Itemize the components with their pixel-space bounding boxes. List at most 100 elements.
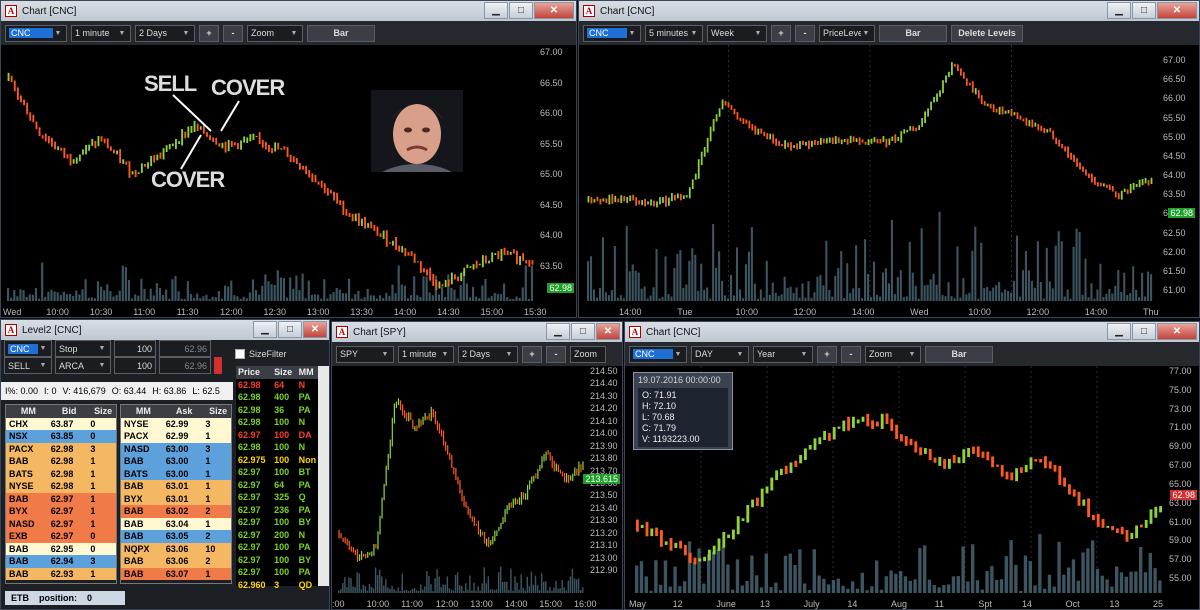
bid-row[interactable]: NYSE 62.98 1 (6, 480, 116, 493)
minimize-button[interactable]: ▁ (253, 321, 277, 338)
zoom-in-button[interactable]: + (199, 24, 219, 42)
close-button[interactable]: ✕ (596, 323, 620, 340)
bid-row[interactable]: BYX 62.97 1 (6, 505, 116, 518)
book-header-cell[interactable]: Size (202, 405, 231, 418)
symbol-select[interactable]: SPY ▼ (336, 345, 394, 363)
delete-levels-button[interactable]: Delete Levels (951, 24, 1023, 42)
bid-row[interactable]: EXB 62.97 0 (6, 530, 116, 543)
book-header-cell[interactable]: Ask (163, 405, 203, 418)
ask-row[interactable]: BAB 63.05 2 (121, 530, 231, 543)
ask-row[interactable]: BAB 63.06 2 (121, 555, 231, 568)
ask-row[interactable]: BAB 63.02 2 (121, 505, 231, 518)
zoom-in-button[interactable]: + (522, 345, 542, 363)
bid-row[interactable]: BAB 62.93 1 (6, 567, 116, 580)
interval-select[interactable]: 5 minutes ▼ (645, 24, 703, 42)
bar-type-button[interactable]: Bar (925, 345, 993, 363)
minimize-button[interactable]: ▁ (546, 323, 570, 340)
maximize-button[interactable]: □ (1132, 323, 1156, 340)
range-select[interactable]: Year ▼ (753, 345, 813, 363)
zoom-out-button[interactable]: - (223, 24, 243, 42)
ask-row[interactable]: NQPX 63.06 10 (121, 542, 231, 555)
route-select[interactable]: ARCA ▼ (55, 357, 111, 374)
zoom-in-button[interactable]: + (817, 345, 837, 363)
maximize-button[interactable]: □ (571, 323, 595, 340)
zoom-out-button[interactable]: - (795, 24, 815, 42)
ask-row[interactable]: BYX 63.01 1 (121, 492, 231, 505)
range-select[interactable]: 2 Days ▼ (135, 24, 195, 42)
window-titlebar[interactable]: A Chart [SPY] ▁ □ ✕ (332, 322, 622, 342)
minimize-button[interactable]: ▁ (1107, 2, 1131, 19)
bid-row[interactable]: BAB 62.97 1 (6, 492, 116, 505)
symbol-select[interactable]: CNC ▼ (5, 24, 67, 42)
book-header-cell[interactable]: MM (6, 405, 48, 418)
ask-row[interactable]: BAB 63.07 1 (121, 567, 231, 580)
size-filter-checkbox[interactable] (235, 349, 245, 359)
quantity-input[interactable]: 100 (114, 340, 156, 357)
minimize-button[interactable]: ▁ (1107, 323, 1131, 340)
range-select[interactable]: Week ▼ (707, 24, 767, 42)
price-input[interactable]: 62.96 (159, 340, 211, 357)
volume-bar (1141, 272, 1144, 301)
zoom-in-button[interactable]: + (771, 24, 791, 42)
quantity-input-2[interactable]: 100 (114, 357, 156, 374)
range-select[interactable]: 2 Days ▼ (458, 345, 518, 363)
symbol-select[interactable]: CNC ▼ (629, 345, 687, 363)
price-chart[interactable]: 214.50 214.40 214.30 214.20 214.10 214.00 213.… (332, 366, 622, 609)
bid-row[interactable]: BAB 62.94 3 (6, 555, 116, 568)
interval-select[interactable]: 1 minute ▼ (398, 345, 454, 363)
side-select[interactable]: SELL ▼ (4, 357, 52, 374)
book-header-cell[interactable]: Size (87, 405, 116, 418)
price-chart[interactable]: 67.00 66.50 66.00 65.50 65.00 64.50 64.00 63.50… (1, 45, 576, 317)
zoom-out-button[interactable]: - (841, 345, 861, 363)
zoom-out-button[interactable]: - (546, 345, 566, 363)
volume-bar (227, 286, 230, 301)
symbol-select[interactable]: CNC ▼ (583, 24, 641, 42)
ask-row[interactable]: NYSE 62.99 3 (121, 417, 231, 430)
interval-select[interactable]: 1 minute ▼ (71, 24, 131, 42)
price-input-2[interactable]: 62.96 (159, 357, 211, 374)
mode-select[interactable]: Zoom (570, 345, 606, 363)
bid-row[interactable]: CHX 63.87 0 (6, 417, 116, 430)
close-button[interactable]: ✕ (534, 2, 574, 19)
mode-select[interactable]: Zoom ▼ (865, 345, 921, 363)
ask-row[interactable]: BAB 63.01 1 (121, 480, 231, 493)
bid-row[interactable]: NSX 63.85 0 (6, 430, 116, 443)
tape-scrollbar[interactable] (318, 366, 329, 586)
window-titlebar[interactable]: A Chart [CNC] ▁ □ ✕ (579, 1, 1199, 21)
bid-row[interactable]: BATS 62.98 1 (6, 467, 116, 480)
symbol-select[interactable]: CNC ▼ (4, 340, 52, 357)
tape-row: 62.98 36 PA (236, 404, 318, 417)
ask-row[interactable]: NASD 63.00 3 (121, 442, 231, 455)
size-filter-toggle[interactable]: SizeFilter (235, 344, 329, 364)
window-titlebar[interactable]: A Chart [CNC] ▁ □ ✕ (625, 322, 1199, 342)
bar-type-button[interactable]: Bar (307, 24, 375, 42)
minimize-button[interactable]: ▁ (484, 2, 508, 19)
close-button[interactable]: ✕ (303, 321, 327, 338)
ask-row[interactable]: BATS 63.00 1 (121, 467, 231, 480)
close-button[interactable]: ✕ (1157, 2, 1197, 19)
price-levels-select[interactable]: PriceLeve ▼ (819, 24, 875, 42)
close-button[interactable]: ✕ (1157, 323, 1197, 340)
interval-select[interactable]: DAY ▼ (691, 345, 749, 363)
ask-row[interactable]: BAB 63.00 1 (121, 455, 231, 468)
bid-row[interactable]: BAB 62.98 1 (6, 455, 116, 468)
window-titlebar[interactable]: A Chart [CNC] ▁ □ ✕ (1, 1, 576, 21)
maximize-button[interactable]: □ (1132, 2, 1156, 19)
order-type-select[interactable]: Stop ▼ (55, 340, 111, 357)
ask-row[interactable]: BAB 63.04 1 (121, 517, 231, 530)
volume-bar (676, 254, 679, 301)
bid-row[interactable]: BAB 62.95 0 (6, 542, 116, 555)
send-order-button[interactable] (214, 357, 222, 374)
book-header-cell[interactable]: MM (121, 405, 163, 418)
bar-type-button[interactable]: Bar (879, 24, 947, 42)
maximize-button[interactable]: □ (509, 2, 533, 19)
price-chart[interactable]: 77.00 75.00 73.00 71.00 69.00 67.00 65.00 63.00… (625, 366, 1199, 609)
bid-row[interactable]: NASD 62.97 1 (6, 517, 116, 530)
window-titlebar[interactable]: A Level2 [CNC] ▁ □ ✕ (1, 320, 329, 340)
mode-select[interactable]: Zoom ▼ (247, 24, 303, 42)
price-chart[interactable]: 67.00 66.50 66.00 65.50 65.00 64.50 64.00 63.50… (579, 45, 1199, 317)
ask-row[interactable]: PACX 62.99 1 (121, 430, 231, 443)
book-header-cell[interactable]: Bid (48, 405, 88, 418)
bid-row[interactable]: PACX 62.98 3 (6, 442, 116, 455)
maximize-button[interactable]: □ (278, 321, 302, 338)
